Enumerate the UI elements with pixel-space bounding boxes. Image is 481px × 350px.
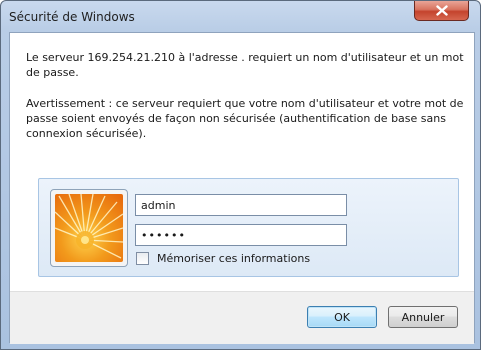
remember-option[interactable]: Mémoriser ces informations [136, 252, 310, 265]
user-tile-flower-icon [55, 194, 123, 262]
button-bar: OK Annuler [10, 291, 474, 344]
server-message: Le serveur 169.254.21.210 à l'adresse . … [26, 51, 464, 79]
password-input[interactable] [135, 224, 347, 246]
remember-label: Mémoriser ces informations [157, 252, 311, 265]
window-title: Sécurité de Windows [9, 10, 135, 24]
dialog-body: Le serveur 169.254.21.210 à l'adresse . … [9, 32, 475, 344]
title-bar[interactable]: Sécurité de Windows [1, 1, 480, 33]
close-button[interactable] [414, 1, 469, 21]
remember-checkbox[interactable] [136, 252, 149, 265]
credential-tile: Mémoriser ces informations [38, 178, 459, 277]
security-dialog: Sécurité de Windows Le serveur 169.254.2… [0, 0, 481, 350]
avatar [50, 189, 128, 267]
close-icon [435, 5, 448, 16]
username-input[interactable] [135, 194, 347, 216]
ok-button[interactable]: OK [307, 306, 377, 328]
cancel-button[interactable]: Annuler [388, 306, 458, 328]
warning-message: Avertissement : ce serveur requiert que … [26, 97, 464, 140]
